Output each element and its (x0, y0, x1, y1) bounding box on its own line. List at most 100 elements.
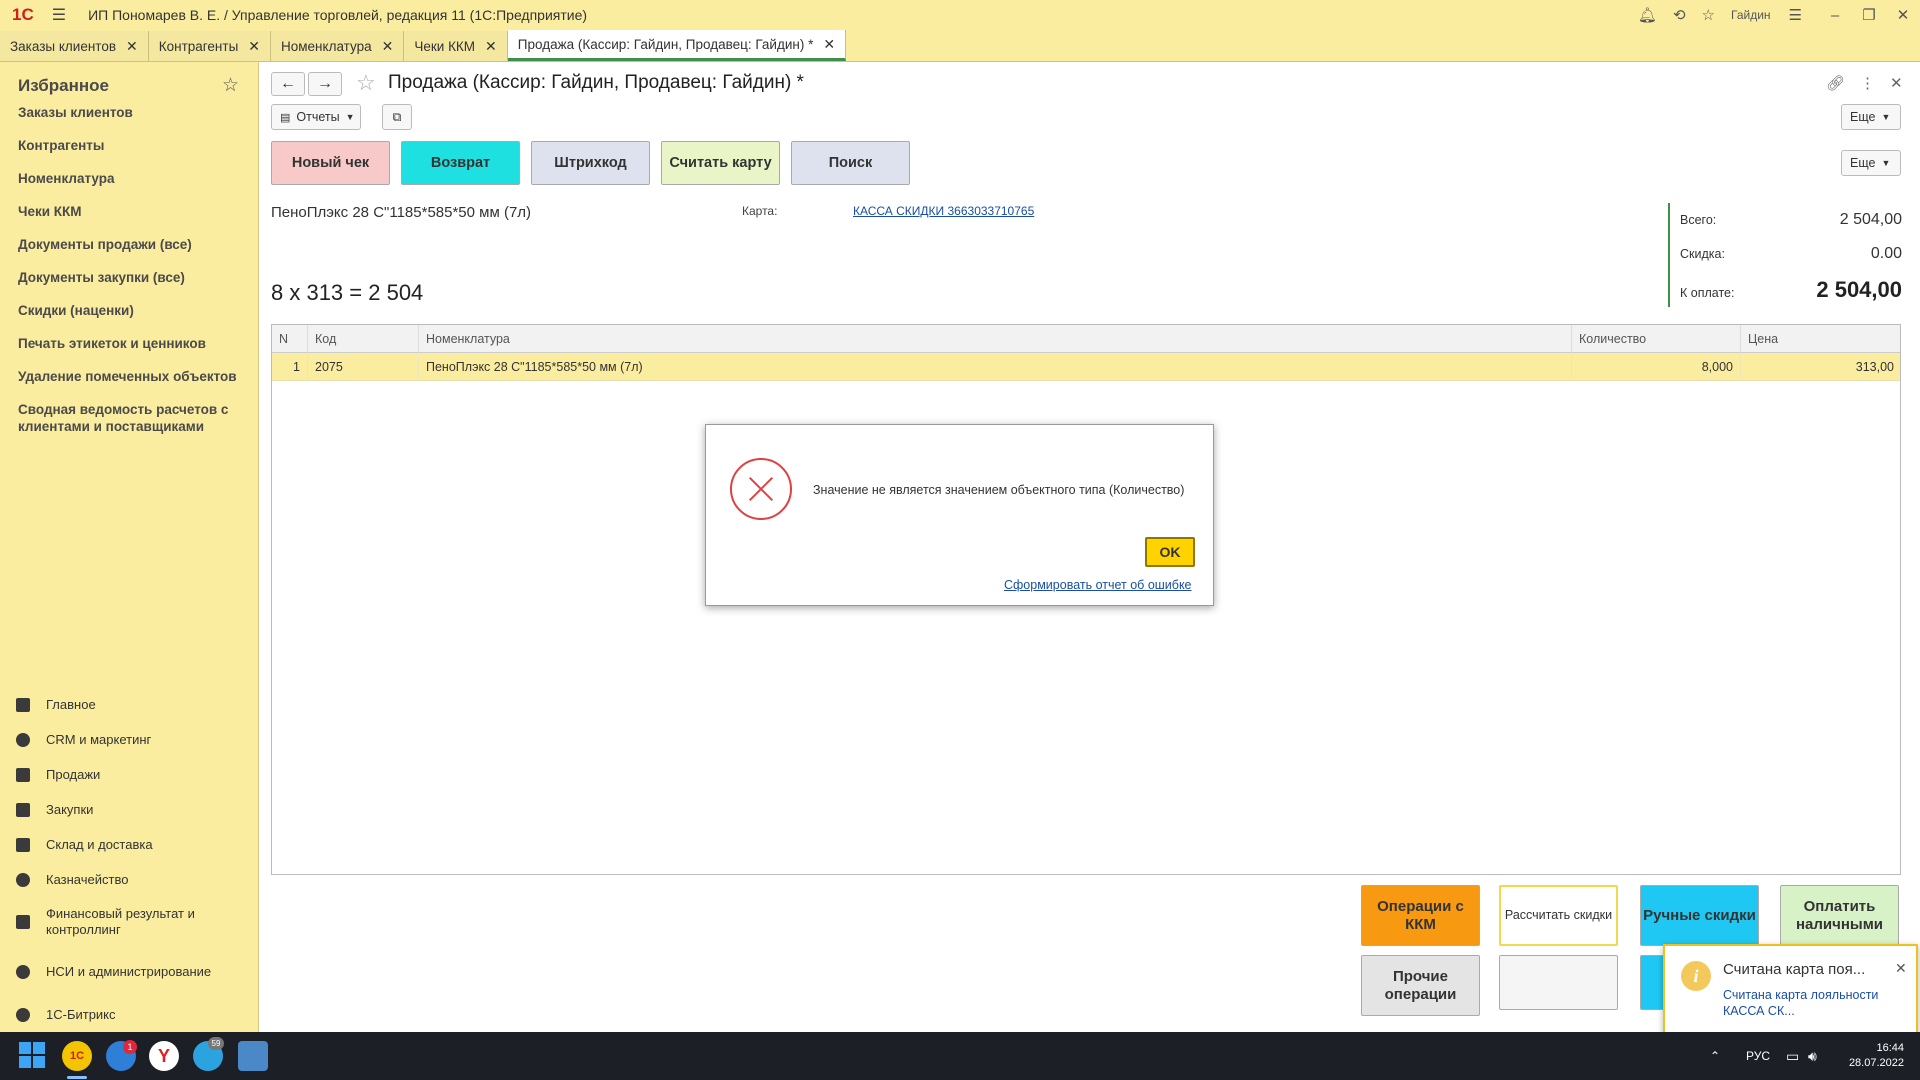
favorite-item[interactable]: Сводная ведомость расчетов с клиентами и… (18, 401, 248, 435)
star-icon[interactable]: ☆ (356, 70, 376, 96)
card-label: Карта: (742, 204, 778, 218)
table-row[interactable]: 1 2075 ПеноПлэкс 28 С"1185*585*50 мм (7л… (272, 353, 1900, 381)
section-label: НСИ и администрирование (46, 964, 212, 979)
close-icon[interactable]: ✕ (1895, 960, 1907, 977)
card-link[interactable]: КАССА СКИДКИ 3663033710765 (853, 204, 1034, 218)
close-icon[interactable]: ✕ (485, 38, 497, 55)
tab-sale[interactable]: Продажа (Кассир: Гайдин, Продавец: Гайди… (507, 30, 847, 61)
return-button[interactable]: Возврат (401, 141, 520, 185)
tab-counterparties[interactable]: Контрагенты ✕ (148, 31, 272, 61)
yandex-browser-icon[interactable]: Y (149, 1041, 179, 1071)
more-button[interactable]: Еще ▼ (1841, 150, 1901, 176)
favorite-item[interactable]: Удаление помеченных объектов (18, 368, 248, 385)
favorite-item[interactable]: Чеки ККМ (18, 203, 248, 220)
column-header[interactable]: Номенклатура (419, 325, 1572, 353)
section-bitrix[interactable]: 1С-Битрикс (0, 997, 259, 1032)
favorite-item[interactable]: Контрагенты (18, 137, 248, 154)
more-vertical-icon[interactable]: ⋮ (1860, 74, 1875, 92)
section-purchases[interactable]: Закупки (0, 792, 259, 827)
section-warehouse[interactable]: Склад и доставка (0, 827, 259, 862)
copy-button[interactable]: ⧉ (382, 104, 412, 130)
column-header[interactable]: Цена (1741, 325, 1901, 353)
cell-n: 1 (272, 353, 308, 381)
close-icon[interactable]: ✕ (823, 36, 835, 53)
tab-orders[interactable]: Заказы клиентов ✕ (0, 31, 149, 61)
error-report-link[interactable]: Сформировать отчет об ошибке (1004, 578, 1192, 592)
empty-button[interactable] (1499, 955, 1618, 1010)
discount-value: 0.00 (1870, 245, 1902, 262)
tab-nomenclature[interactable]: Номенклатура ✕ (271, 31, 405, 61)
volume-icon[interactable]: 🔊︎ (1808, 1032, 1817, 1080)
favorites-list: Заказы клиентов Контрагенты Номенклатура… (18, 104, 248, 451)
sidebar: Избранное ☆ Заказы клиентов Контрагенты … (0, 62, 259, 1032)
column-header[interactable]: N (272, 325, 308, 353)
clock[interactable]: 16:44 28.07.2022 (1838, 1032, 1904, 1080)
chevron-down-icon: ▼ (1881, 112, 1891, 122)
close-icon[interactable]: ✕ (1890, 74, 1903, 92)
favorite-item[interactable]: Номенклатура (18, 170, 248, 187)
new-check-button[interactable]: Новый чек (271, 141, 390, 185)
notification-link[interactable]: Считана карта лояльности КАССА СК... (1723, 987, 1903, 1019)
cell-quantity[interactable]: 8,000 (1572, 353, 1741, 381)
tray-chevron-icon[interactable]: ⌃ (1710, 1032, 1720, 1080)
section-sales[interactable]: Продажи (0, 757, 259, 792)
favorite-item[interactable]: Скидки (наценки) (18, 302, 248, 319)
current-item: ПеноПлэкс 28 С"1185*585*50 мм (7л) (271, 204, 532, 221)
ok-button[interactable]: OK (1145, 537, 1195, 567)
history-icon[interactable]: ⟲ (1673, 6, 1686, 24)
forward-arrow-icon[interactable]: → (308, 72, 342, 96)
column-header[interactable]: Количество (1572, 325, 1741, 353)
more-label: Еще (1850, 156, 1876, 170)
star-icon[interactable]: ☆ (222, 74, 239, 97)
pay-cash-button[interactable]: Оплатить наличными (1780, 885, 1899, 946)
copy-icon: ⧉ (392, 109, 402, 124)
more-button-top[interactable]: Еще ▼ (1841, 104, 1901, 130)
cell-price[interactable]: 313,00 (1741, 353, 1901, 381)
manual-discounts-button[interactable]: Ручные скидки (1640, 885, 1759, 946)
1c-app-icon[interactable]: 1С (62, 1041, 92, 1071)
other-operations-button[interactable]: Прочие операции (1361, 955, 1480, 1016)
section-main[interactable]: Главное (0, 687, 259, 722)
restore-icon[interactable]: ❐ (1852, 6, 1886, 24)
total-value: 2 504,00 (1839, 211, 1902, 228)
favorite-item[interactable]: Печать этикеток и ценников (18, 335, 248, 352)
total-label: Всего: (1680, 213, 1717, 227)
link-icon[interactable]: 🔗︎ (1826, 74, 1845, 92)
minimize-icon[interactable]: – (1818, 7, 1852, 24)
back-arrow-icon[interactable]: ← (271, 72, 305, 96)
windows-start-icon[interactable] (18, 1041, 48, 1071)
main-menu-icon[interactable]: ☰ (52, 5, 66, 25)
kkm-operations-button[interactable]: Операции с ККМ (1361, 885, 1480, 946)
section-label: 1С-Битрикс (46, 1007, 116, 1022)
language-indicator[interactable]: РУС (1746, 1032, 1770, 1080)
star-icon[interactable]: ☆ (1702, 6, 1715, 24)
column-header[interactable]: Код (308, 325, 419, 353)
close-icon[interactable]: ✕ (126, 38, 138, 55)
favorite-item[interactable]: Документы закупки (все) (18, 269, 248, 286)
favorite-item[interactable]: Заказы клиентов (18, 104, 248, 121)
search-button[interactable]: Поиск (791, 141, 910, 185)
close-icon[interactable]: ✕ (1886, 6, 1920, 24)
remote-desktop-icon[interactable] (238, 1041, 268, 1071)
close-icon[interactable]: ✕ (382, 38, 394, 55)
section-crm[interactable]: CRM и маркетинг (0, 722, 259, 757)
settings-icon[interactable]: ☰ (1789, 6, 1802, 24)
favorite-item[interactable]: Документы продажи (все) (18, 236, 248, 253)
notification-popup[interactable]: i Считана карта поя... Считана карта лоя… (1663, 944, 1918, 1034)
calculate-discounts-button[interactable]: Рассчитать скидки (1499, 885, 1618, 946)
section-treasury[interactable]: Казначейство (0, 862, 259, 897)
bell-icon[interactable]: 🔔︎ (1638, 6, 1657, 24)
gear-icon (16, 965, 30, 979)
network-icon[interactable]: ▭ (1786, 1032, 1799, 1080)
current-user[interactable]: Гайдин (1731, 8, 1771, 22)
barcode-button[interactable]: Штрихкод (531, 141, 650, 185)
reports-button[interactable]: ▤ Отчеты ▼ (271, 104, 361, 130)
section-finance[interactable]: Финансовый результат и контроллинг (0, 897, 259, 947)
read-card-button[interactable]: Считать карту (661, 141, 780, 185)
to-pay-label: К оплате: (1680, 286, 1735, 300)
report-icon: ▤ (280, 111, 291, 124)
close-icon[interactable]: ✕ (248, 38, 260, 55)
totals-panel: Всего: 2 504,00 Скидка: 0.00 К оплате: 2 50… (1668, 203, 1902, 307)
tab-kkm-checks[interactable]: Чеки ККМ ✕ (404, 31, 508, 61)
section-admin[interactable]: НСИ и администрирование (0, 947, 259, 997)
